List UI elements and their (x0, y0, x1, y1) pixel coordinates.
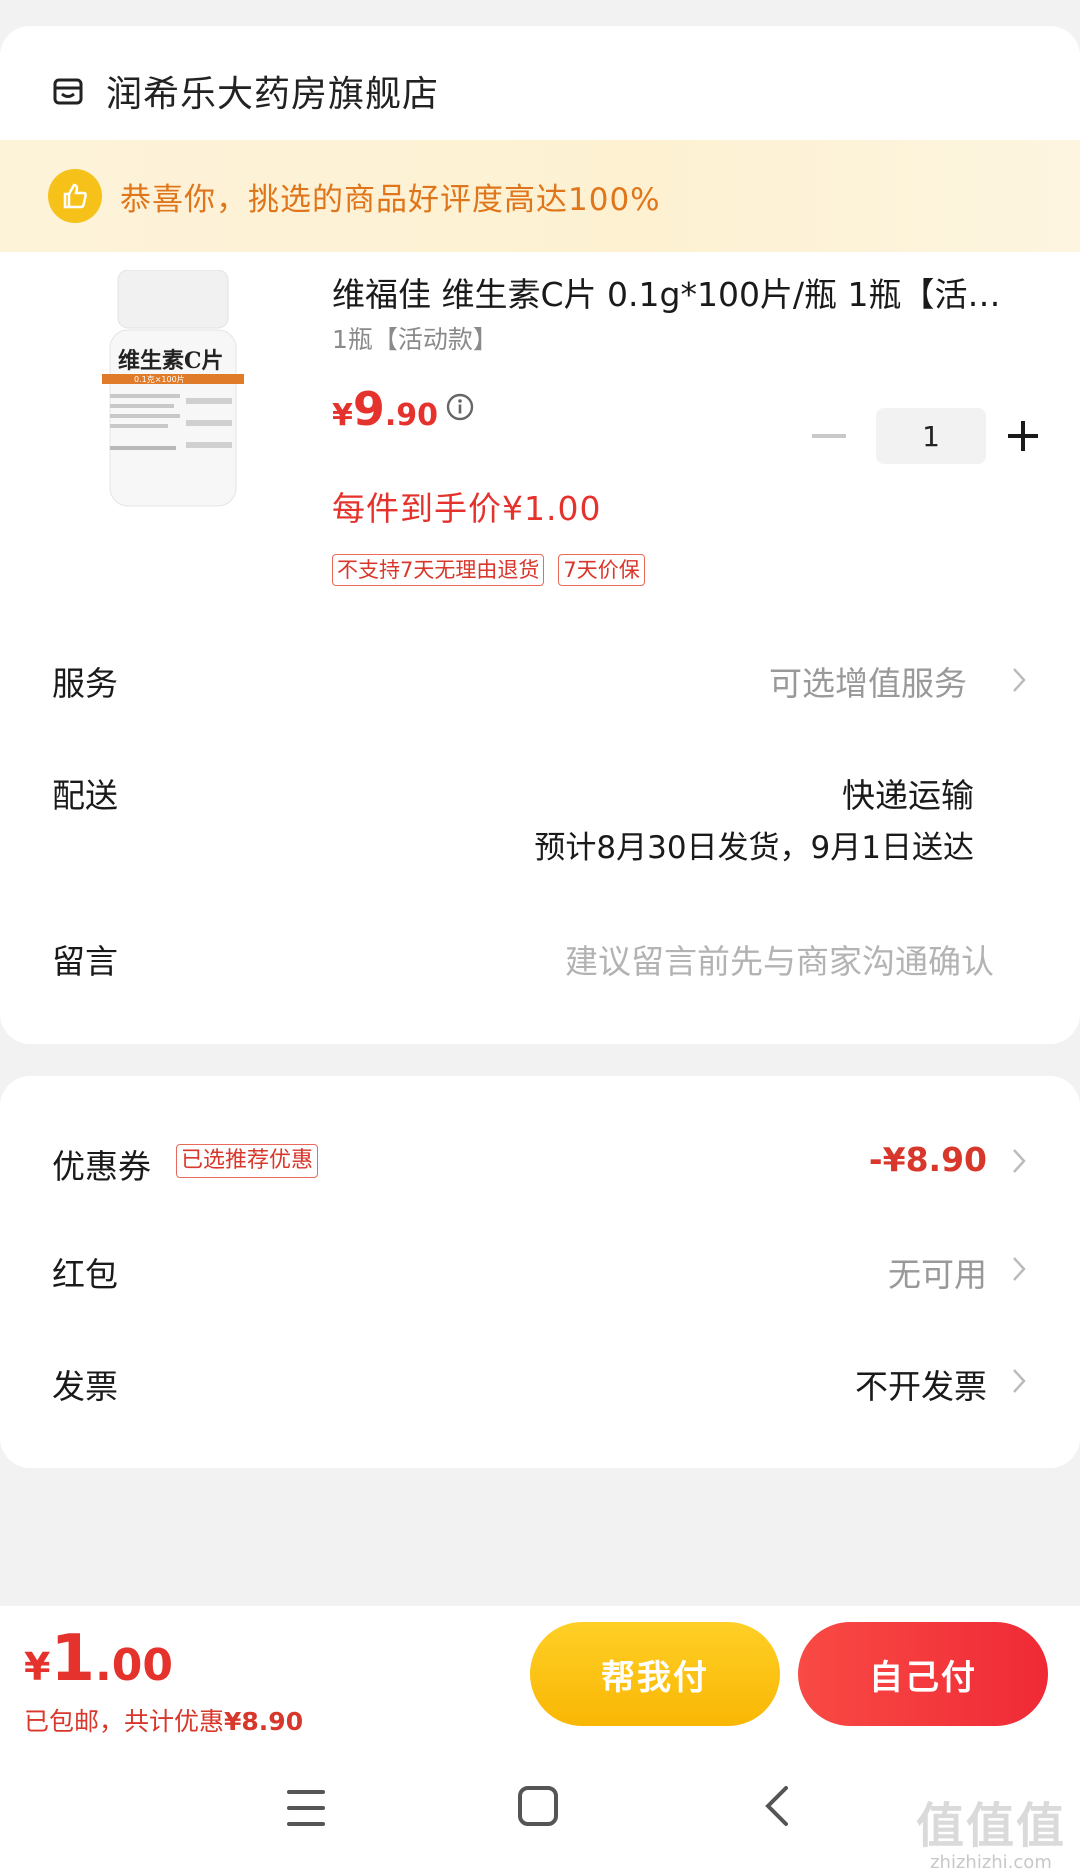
quantity-value[interactable]: 1 (876, 408, 986, 464)
delivery-method[interactable]: 快递运输 (842, 769, 974, 817)
product-title[interactable]: 维福佳 维生素C片 0.1g*100片/瓶 1瓶【活… (332, 268, 1032, 316)
redpacket-value[interactable]: 无可用 (888, 1248, 987, 1296)
increase-button[interactable] (1008, 421, 1038, 451)
info-icon[interactable] (445, 392, 475, 422)
store-icon (53, 78, 83, 105)
watermark: 值值值 zhizhizhi.com (916, 1786, 1066, 1873)
chevron-right-icon[interactable] (1012, 1148, 1026, 1174)
watermark-url: zhizhizhi.com (930, 1852, 1052, 1873)
decrease-button[interactable] (812, 434, 846, 438)
praise-text: 恭喜你，挑选的商品好评度高达100% (120, 181, 661, 218)
service-label: 服务 (52, 664, 118, 703)
watermark-logo: 值值值 (915, 1798, 1066, 1854)
net-price: 每件到手价¥1.00 (332, 489, 602, 528)
help-pay-button[interactable]: 帮我付 (530, 1622, 780, 1726)
checkout-bar: ¥1.00 已包邮，共计优惠¥8.90 帮我付 自己付 (0, 1606, 1080, 1756)
coupon-label: 优惠券 (52, 1147, 151, 1186)
quantity-stepper: 1 (812, 408, 1038, 464)
thumbs-up-icon (48, 169, 102, 223)
chevron-right-icon[interactable] (1012, 667, 1026, 693)
tag-no-return: 不支持7天无理由退货 (332, 554, 545, 586)
product-image[interactable]: 维生素C片 0.1克×100片 (96, 270, 250, 508)
coupon-value[interactable]: -¥8.90 (869, 1140, 987, 1179)
chevron-right-icon[interactable] (1012, 1256, 1026, 1282)
coupon-tag: 已选推荐优惠 (176, 1144, 319, 1178)
total-discount-text: 已包邮，共计优惠¥8.90 (24, 1707, 304, 1736)
product-image-label: 维生素C片 (118, 348, 224, 374)
store-name: 润希乐大药房旗舰店 (106, 74, 440, 115)
self-pay-button[interactable]: 自己付 (798, 1622, 1048, 1726)
order-card: 润希乐大药房旗舰店 恭喜你，挑选的商品好评度高达100% (0, 26, 1080, 1044)
invoice-value[interactable]: 不开发票 (855, 1360, 987, 1408)
product-tags: 不支持7天无理由退货 7天价保 (332, 554, 645, 586)
invoice-label: 发票 (52, 1367, 118, 1406)
message-label: 留言 (52, 942, 118, 981)
service-value[interactable]: 可选增值服务 (769, 657, 967, 705)
product-image-spec: 0.1克×100片 (134, 374, 185, 384)
total-price: ¥1.00 (24, 1622, 173, 1696)
back-icon[interactable] (762, 1784, 792, 1828)
recent-apps-icon[interactable] (287, 1790, 325, 1826)
product-price: ¥9.90 (332, 382, 439, 436)
chevron-right-icon[interactable] (1012, 1368, 1026, 1394)
tag-price-protect: 7天价保 (558, 554, 645, 586)
store-header[interactable]: 润希乐大药房旗舰店 (52, 60, 439, 122)
redpacket-label: 红包 (52, 1255, 118, 1294)
delivery-label: 配送 (52, 776, 118, 815)
product-sku[interactable]: 1瓶【活动款】 (332, 320, 498, 356)
message-input[interactable]: 建议留言前先与商家沟通确认 (565, 935, 994, 983)
praise-banner: 恭喜你，挑选的商品好评度高达100% (0, 140, 1080, 252)
home-icon[interactable] (518, 1786, 558, 1826)
delivery-eta: 预计8月30日发货，9月1日送达 (534, 830, 974, 866)
